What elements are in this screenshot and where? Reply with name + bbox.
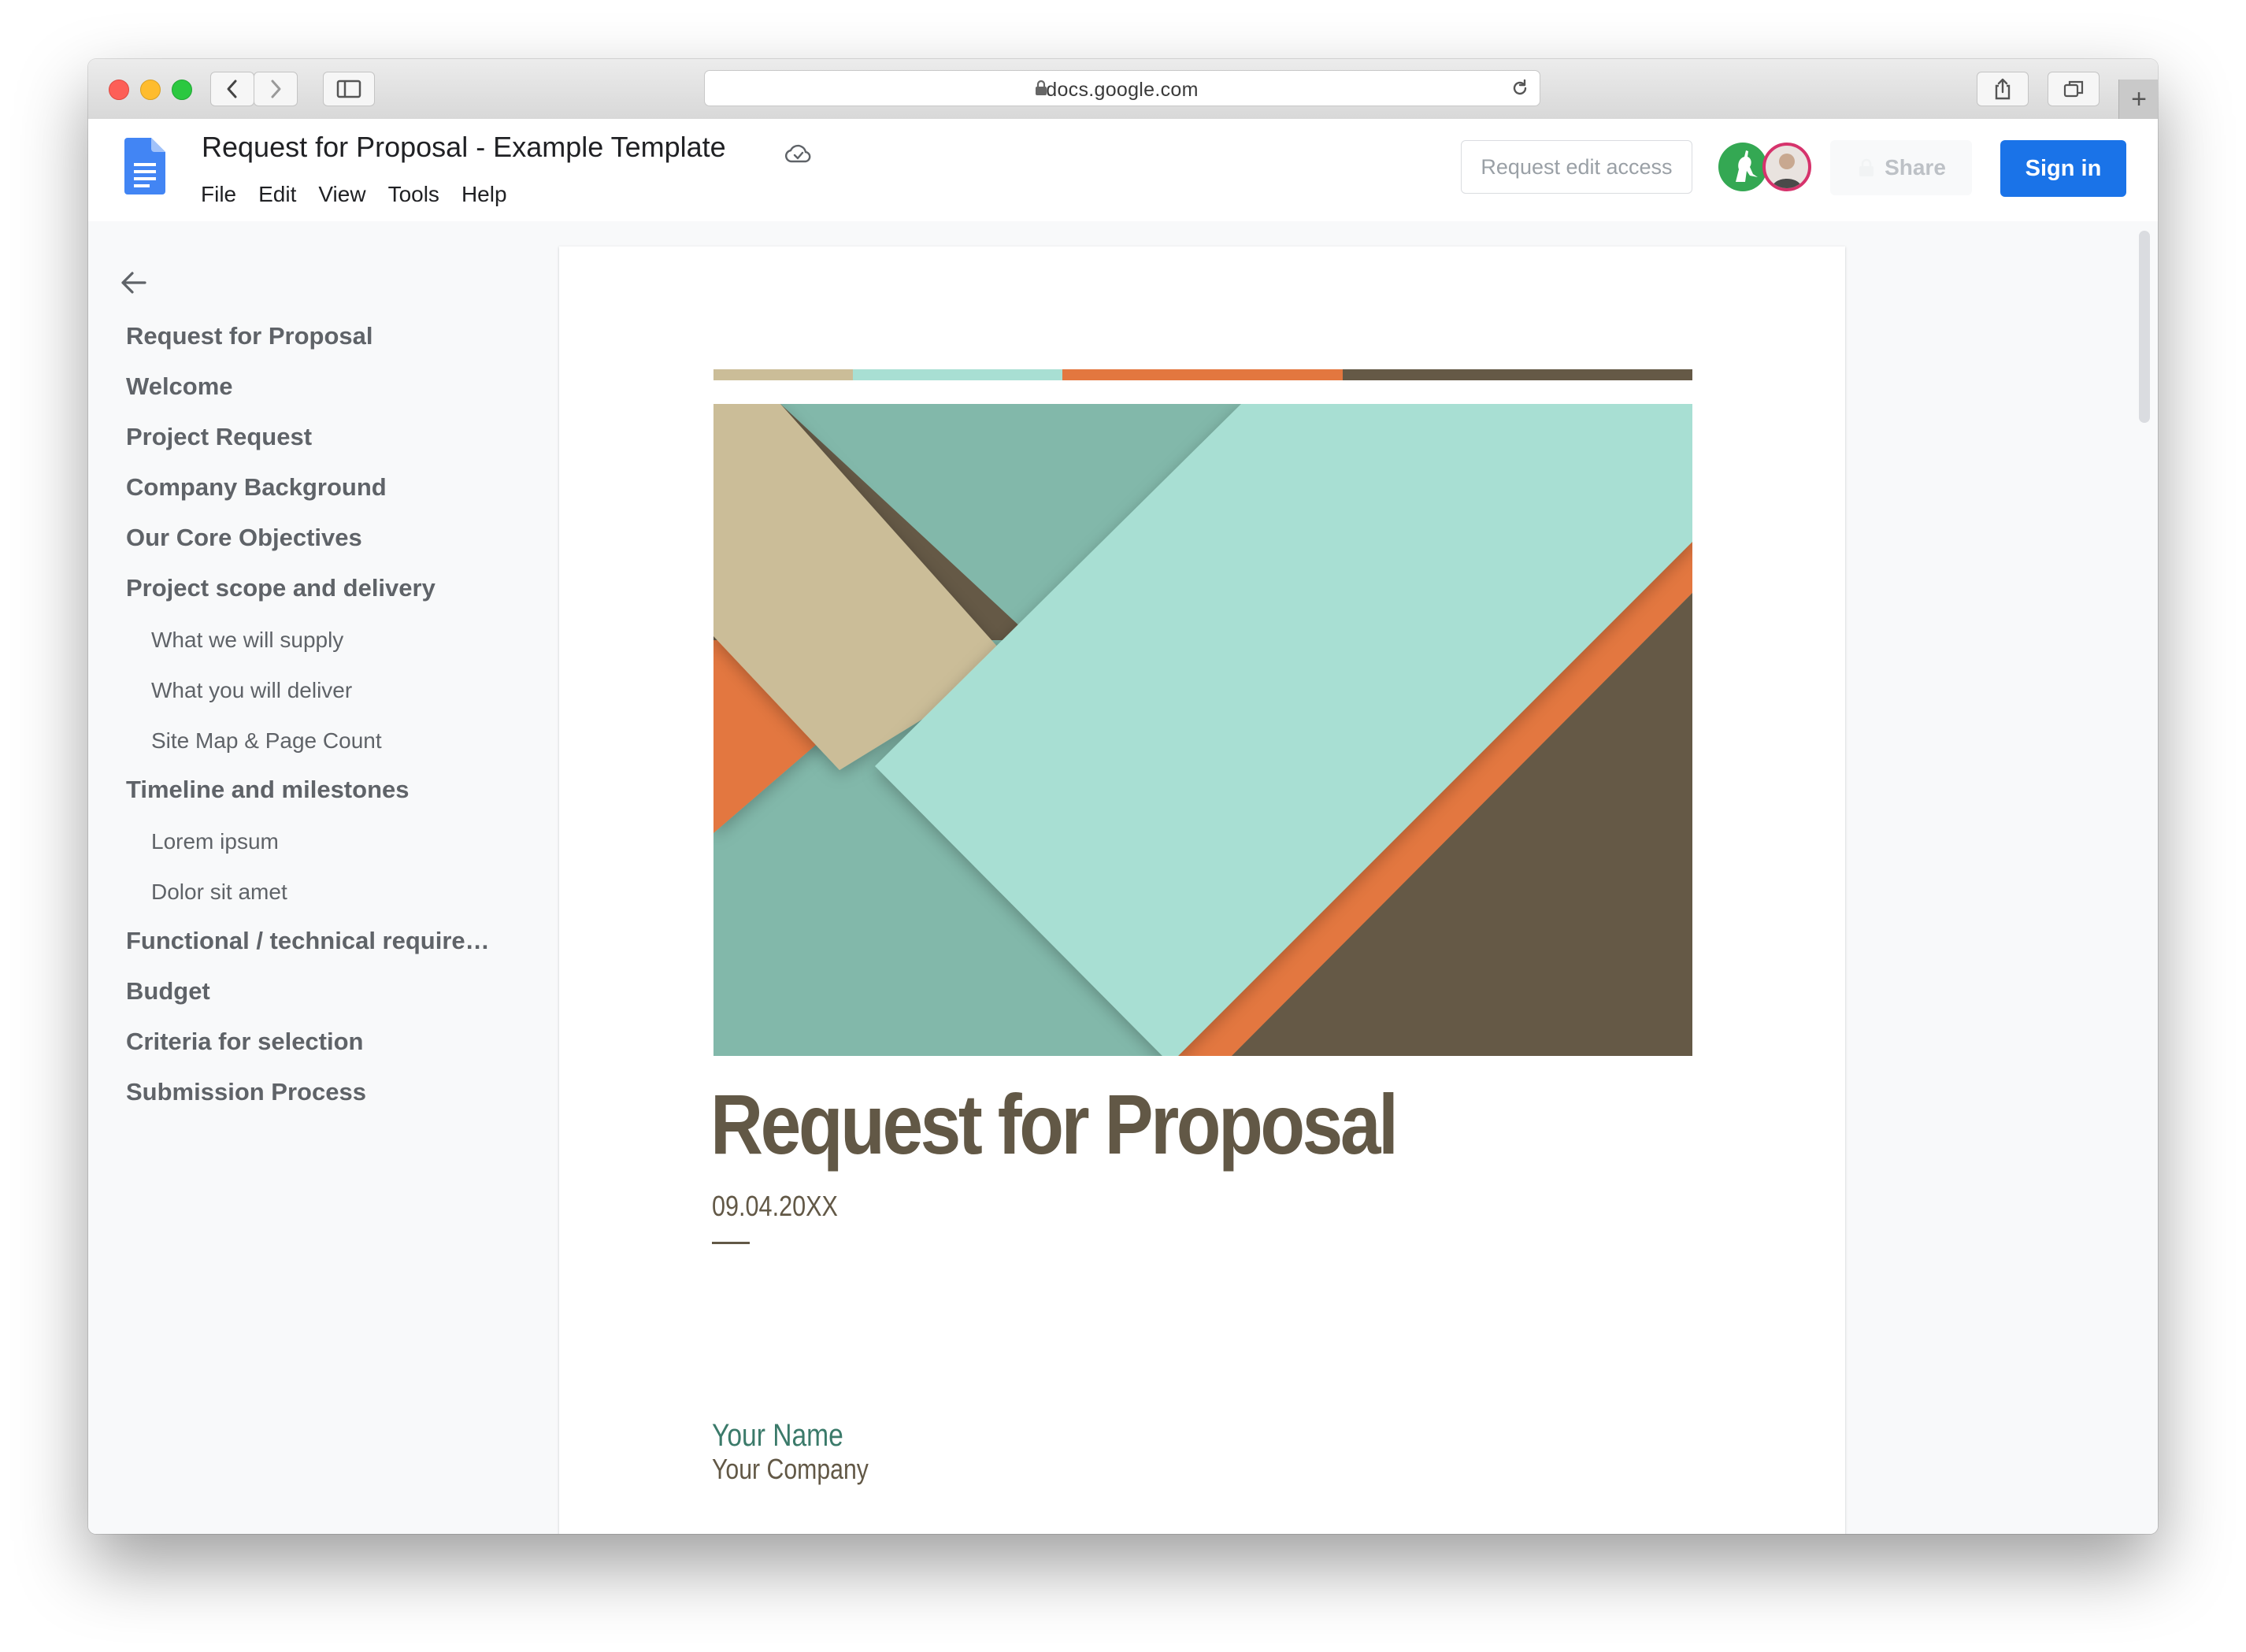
menu-file[interactable]: File bbox=[201, 182, 236, 207]
person-photo-icon bbox=[1772, 154, 1802, 188]
url-text: docs.google.com bbox=[1046, 79, 1199, 101]
outline-item[interactable]: Lorem ipsum bbox=[151, 829, 279, 854]
chevron-right-icon bbox=[271, 80, 281, 98]
outline-item[interactable]: Site Map & Page Count bbox=[151, 728, 382, 754]
share-sheet-button[interactable] bbox=[1977, 72, 2029, 106]
sign-in-button[interactable]: Sign in bbox=[2000, 140, 2126, 197]
outline-item[interactable]: Functional / technical require… bbox=[126, 927, 490, 955]
address-bar[interactable]: docs.google.com bbox=[704, 70, 1540, 106]
cloud-saved-icon[interactable] bbox=[784, 143, 813, 165]
outline-item[interactable]: Dolor sit amet bbox=[151, 880, 287, 905]
close-window-button[interactable] bbox=[109, 80, 129, 100]
outline-item[interactable]: Our Core Objectives bbox=[126, 524, 362, 552]
minimize-window-button[interactable] bbox=[140, 80, 161, 100]
document-outline: Request for Proposal Welcome Project Reque… bbox=[88, 221, 561, 1534]
color-strip-mint bbox=[853, 369, 1062, 380]
browser-window: docs.google.com + Request for Proposal - bbox=[88, 59, 2158, 1534]
lock-share-icon bbox=[1859, 158, 1874, 176]
browser-toolbar: docs.google.com + bbox=[88, 59, 2158, 120]
color-strip-tan bbox=[713, 369, 853, 380]
color-strip-orange bbox=[1062, 369, 1343, 380]
new-tab-button[interactable]: + bbox=[2118, 80, 2158, 119]
sidebar-icon bbox=[336, 80, 361, 98]
tabs-icon bbox=[2063, 80, 2084, 98]
outline-item[interactable]: What we will supply bbox=[151, 628, 343, 653]
outline-item[interactable]: Criteria for selection bbox=[126, 1028, 363, 1056]
sidebar-toggle-button[interactable] bbox=[323, 72, 375, 106]
google-docs-logo-icon[interactable] bbox=[124, 138, 165, 194]
avatar-user-photo[interactable] bbox=[1762, 143, 1811, 191]
document-page: Request for Proposal 09.04.20XX Your Nam… bbox=[559, 246, 1845, 1534]
tab-overview-button[interactable] bbox=[2048, 72, 2100, 106]
menu-view[interactable]: View bbox=[318, 182, 365, 207]
outline-item[interactable]: Project scope and delivery bbox=[126, 574, 435, 602]
docs-menu-bar: File Edit View Tools Help bbox=[201, 182, 529, 207]
outline-item[interactable]: Company Background bbox=[126, 473, 387, 502]
menu-help[interactable]: Help bbox=[461, 182, 507, 207]
document-heading: Request for Proposal bbox=[710, 1076, 1399, 1172]
back-button[interactable] bbox=[210, 72, 254, 106]
share-icon bbox=[1995, 78, 2011, 100]
document-title[interactable]: Request for Proposal - Example Template bbox=[202, 131, 726, 164]
share-button[interactable]: Share bbox=[1830, 140, 1972, 195]
chevron-left-icon bbox=[227, 80, 237, 98]
arrow-back-icon[interactable] bbox=[118, 269, 150, 297]
author-name: Your Name bbox=[712, 1418, 843, 1453]
outline-item[interactable]: What you will deliver bbox=[151, 678, 352, 703]
request-edit-access-button[interactable]: Request edit access bbox=[1461, 140, 1692, 194]
color-strip-brown bbox=[1343, 369, 1692, 380]
avatar-anonymous-animal[interactable] bbox=[1718, 143, 1767, 191]
outline-item[interactable]: Timeline and milestones bbox=[126, 776, 409, 804]
vertical-scrollbar[interactable] bbox=[2139, 231, 2150, 423]
cover-geometric-image bbox=[713, 404, 1692, 1056]
reload-icon[interactable] bbox=[1510, 78, 1530, 98]
kangaroo-icon bbox=[1736, 150, 1758, 182]
share-button-label: Share bbox=[1885, 155, 1946, 180]
forward-button[interactable] bbox=[254, 72, 298, 106]
outline-item[interactable]: Submission Process bbox=[126, 1078, 366, 1106]
outline-item[interactable]: Welcome bbox=[126, 372, 233, 401]
screenshot-stage: docs.google.com + Request for Proposal - bbox=[0, 0, 2246, 1652]
heading-divider bbox=[712, 1242, 750, 1244]
zoom-window-button[interactable] bbox=[172, 80, 192, 100]
menu-tools[interactable]: Tools bbox=[388, 182, 439, 207]
outline-item[interactable]: Project Request bbox=[126, 423, 312, 451]
outline-item[interactable]: Budget bbox=[126, 977, 210, 1006]
author-company: Your Company bbox=[712, 1453, 869, 1485]
outline-item[interactable]: Request for Proposal bbox=[126, 322, 373, 350]
menu-edit[interactable]: Edit bbox=[258, 182, 296, 207]
docs-content-area: Request for Proposal Welcome Project Reque… bbox=[88, 221, 2158, 1534]
document-date: 09.04.20XX bbox=[712, 1190, 838, 1222]
